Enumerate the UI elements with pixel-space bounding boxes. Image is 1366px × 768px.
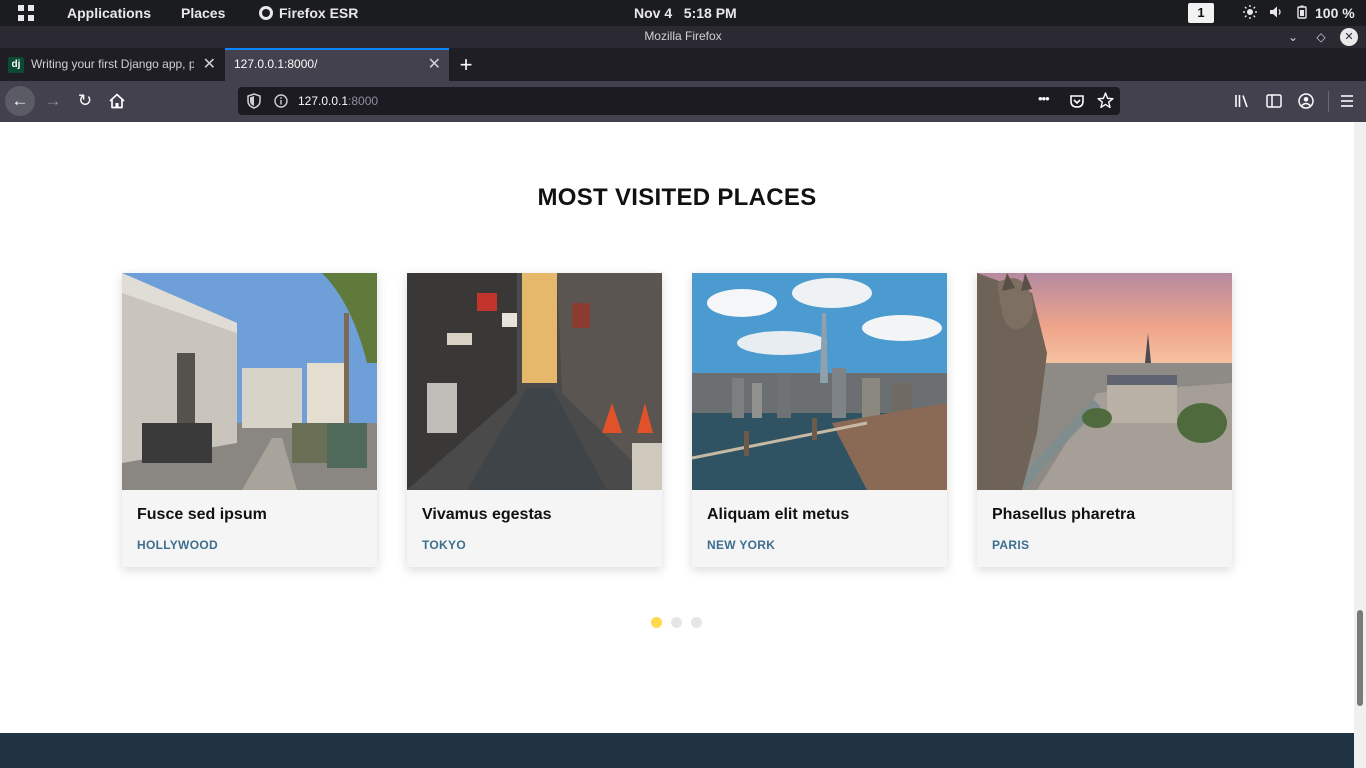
back-button[interactable]: ← <box>5 86 35 116</box>
battery-level: 100 % <box>1315 5 1355 21</box>
apps-grid-icon[interactable] <box>18 5 35 22</box>
card-title[interactable]: Aliquam elit metus <box>707 506 849 524</box>
active-app-menu[interactable]: Firefox ESR <box>259 0 358 26</box>
tab-localhost[interactable]: 127.0.0.1:8000/ ✕ <box>225 48 449 81</box>
volume-icon[interactable] <box>1269 5 1283 19</box>
url-host: 127.0.0.1 <box>298 94 349 108</box>
card-place[interactable]: PARIS <box>992 538 1029 552</box>
url-port: :8000 <box>348 94 379 108</box>
section-title: MOST VISITED PLACES <box>537 184 817 211</box>
nav-bar: ← → ↻ 127.0.0.1:8000 ••• <box>0 81 1366 122</box>
tab-title: Writing your first Django app, pa <box>31 57 194 71</box>
card-place[interactable]: NEW YORK <box>707 538 775 552</box>
tab-title: 127.0.0.1:8000/ <box>234 57 318 71</box>
carousel-dot-1[interactable] <box>651 617 662 628</box>
tab-close-icon[interactable]: ✕ <box>203 48 216 81</box>
window-close-icon[interactable]: ✕ <box>1340 28 1358 46</box>
django-favicon: dj <box>8 57 24 73</box>
tab-close-icon[interactable]: ✕ <box>428 50 441 79</box>
applications-menu[interactable]: Applications <box>67 0 151 26</box>
pocket-icon[interactable] <box>1069 93 1085 109</box>
new-tab-button[interactable]: + <box>455 48 477 81</box>
place-card-hollywood[interactable]: Fusce sed ipsum HOLLYWOOD <box>122 273 377 567</box>
page-scrollbar[interactable] <box>1354 122 1366 768</box>
place-image-hollywood <box>122 273 377 490</box>
system-top-bar: Applications Places Firefox ESR Nov 4 5:… <box>0 0 1366 26</box>
tracking-shield-icon[interactable] <box>247 93 261 109</box>
page-actions-icon[interactable]: ••• <box>1038 91 1050 106</box>
forward-button[interactable]: → <box>39 87 67 115</box>
card-title[interactable]: Fusce sed ipsum <box>137 506 267 524</box>
place-image-paris <box>977 273 1232 490</box>
place-card-tokyo[interactable]: Vivamus egestas TOKYO <box>407 273 662 567</box>
clock[interactable]: Nov 4 5:18 PM <box>634 0 737 26</box>
site-info-icon[interactable] <box>274 94 288 108</box>
place-card-new-york[interactable]: Aliquam elit metus NEW YORK <box>692 273 947 567</box>
places-menu[interactable]: Places <box>181 0 225 26</box>
page-content: MOST VISITED PLACES Fusce sed ipsum HOLL… <box>0 122 1354 768</box>
active-app-label: Firefox ESR <box>279 5 359 21</box>
page-footer <box>0 733 1354 768</box>
battery-icon[interactable] <box>1295 5 1309 19</box>
hamburger-menu-icon[interactable] <box>1333 87 1361 115</box>
window-titlebar: Mozilla Firefox ⌄ ◇ ✕ <box>0 26 1366 48</box>
place-image-tokyo <box>407 273 662 490</box>
workspace-indicator[interactable]: 1 <box>1188 3 1214 23</box>
place-card-paris[interactable]: Phasellus pharetra PARIS <box>977 273 1232 567</box>
carousel-dot-3[interactable] <box>691 617 702 628</box>
home-button[interactable] <box>103 87 131 115</box>
account-icon[interactable] <box>1292 87 1320 115</box>
card-place[interactable]: TOKYO <box>422 538 466 552</box>
reload-button[interactable]: ↻ <box>71 87 99 115</box>
window-title: Mozilla Firefox <box>644 29 722 43</box>
maximize-icon[interactable]: ◇ <box>1312 28 1330 46</box>
carousel-dot-2[interactable] <box>671 617 682 628</box>
minimize-icon[interactable]: ⌄ <box>1284 28 1302 46</box>
brightness-icon[interactable] <box>1243 5 1257 19</box>
url-bar[interactable]: 127.0.0.1:8000 ••• <box>238 87 1120 115</box>
firefox-icon <box>259 6 273 20</box>
tab-django-tutorial[interactable]: dj Writing your first Django app, pa ✕ <box>0 48 224 81</box>
bookmark-star-icon[interactable] <box>1097 92 1114 109</box>
place-image-new-york <box>692 273 947 490</box>
card-title[interactable]: Phasellus pharetra <box>992 506 1135 524</box>
toolbar-divider <box>1328 91 1329 112</box>
url-text[interactable]: 127.0.0.1:8000 <box>298 87 378 115</box>
tab-strip: dj Writing your first Django app, pa ✕ 1… <box>0 48 1366 81</box>
library-icon[interactable] <box>1229 87 1257 115</box>
sidebar-icon[interactable] <box>1260 87 1288 115</box>
card-title[interactable]: Vivamus egestas <box>422 506 552 524</box>
card-place[interactable]: HOLLYWOOD <box>137 538 218 552</box>
scrollbar-thumb[interactable] <box>1357 610 1363 706</box>
